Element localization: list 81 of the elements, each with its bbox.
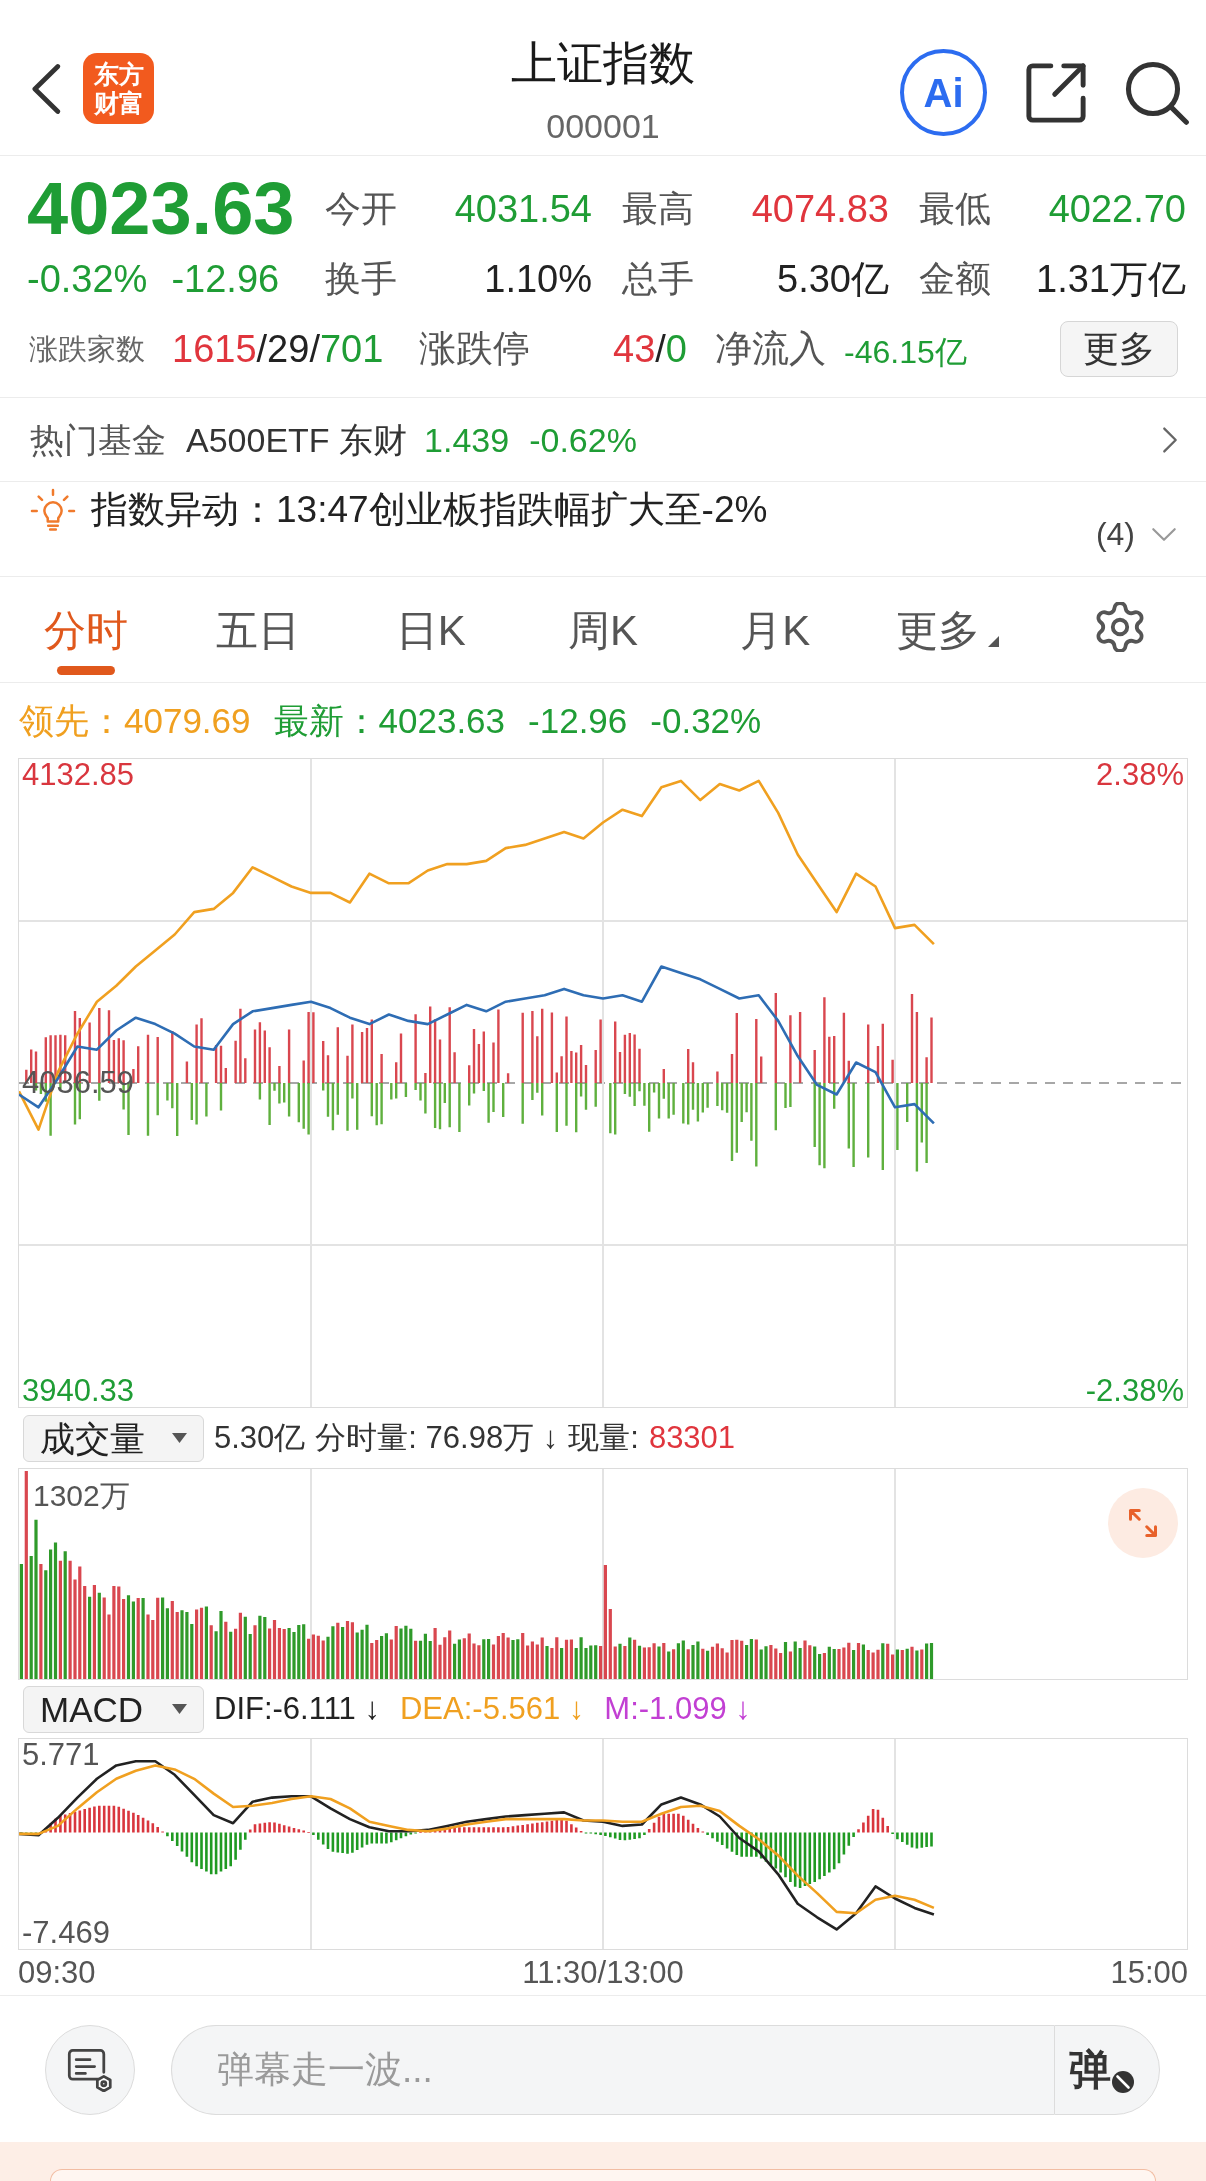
limit-label: 涨跌停 <box>419 327 530 371</box>
page-title: 上证指数 <box>511 36 695 90</box>
back-icon[interactable] <box>31 62 61 115</box>
percent-label: -2.38% <box>1085 1376 1184 1406</box>
settings-icon[interactable] <box>1094 601 1145 652</box>
danmaku-input[interactable]: 弹幕走一波... <box>171 2025 1054 2115</box>
index-price: 4023.63 <box>27 172 295 246</box>
count-text: 701 <box>319 327 384 371</box>
chart-tab[interactable]: 月K <box>689 577 862 682</box>
stat-label: 今开 <box>325 187 397 231</box>
count-text: / <box>655 327 666 371</box>
change-amount: -12.96 <box>171 257 280 301</box>
chart-tab[interactable]: 周K <box>516 577 690 682</box>
count-text: 1615 <box>172 327 257 371</box>
net-inflow-label: 净流入 <box>715 327 826 371</box>
stat-value: 5.30亿 <box>777 257 889 301</box>
volume-stat: 5.30亿 <box>214 1419 306 1457</box>
caret-icon <box>172 1433 187 1443</box>
stat-value: 1.31万亿 <box>1036 257 1186 301</box>
alert-text: 指数异动：13:47创业板指跌幅扩大至-2% <box>91 488 768 532</box>
indicator-dropdown[interactable]: MACD <box>23 1685 204 1733</box>
stat-label: 金额 <box>919 257 991 301</box>
ai-button[interactable]: Ai <box>900 49 987 136</box>
stat-label: 最高 <box>622 187 694 231</box>
count-text: / <box>309 327 320 371</box>
count-text: / <box>256 327 268 371</box>
axis-label: 5.771 <box>21 1740 101 1770</box>
stat-label: 最低 <box>919 187 991 231</box>
time-label: 15:00 <box>1110 1956 1188 1990</box>
app-logo: 东方 财富 <box>83 53 154 124</box>
diagonal-arrows-icon <box>1128 1508 1158 1538</box>
volume-stat: 83301 <box>648 1419 736 1457</box>
change-percent: -0.32% <box>27 257 148 301</box>
volume-stat: 现量: <box>568 1419 639 1457</box>
search-icon[interactable] <box>1125 60 1189 125</box>
volume-stat: 分时量: 76.98万 ↓ <box>315 1419 559 1457</box>
time-label: 09:30 <box>18 1956 96 1990</box>
stat-value: 4031.54 <box>454 187 592 231</box>
chart-tab[interactable]: 日K <box>344 577 517 682</box>
latest-price-value: 最新：4023.63 <box>273 699 506 742</box>
danmaku-button[interactable]: 弹 <box>1054 2025 1160 2115</box>
axis-label: -7.469 <box>21 1918 111 1948</box>
chart-tab[interactable]: 分时 <box>0 577 173 682</box>
net-inflow-value: -46.15亿 <box>844 333 967 372</box>
stat-value: 4022.70 <box>1048 187 1186 231</box>
lightbulb-icon <box>30 488 76 532</box>
count-text: 0 <box>665 327 687 371</box>
fund-label: 热门基金 <box>30 419 166 461</box>
indicator-dropdown[interactable]: 成交量 <box>23 1414 204 1462</box>
leading-index-value: 领先：4079.69 <box>19 699 251 742</box>
index-code: 000001 <box>546 106 660 146</box>
chevron-down-icon[interactable] <box>1151 526 1177 542</box>
fund-name: A500ETF 东财 <box>186 419 408 461</box>
chart-tab[interactable]: 更多 <box>861 577 1034 682</box>
stat-label: 换手 <box>325 257 397 301</box>
alert-count: (4) <box>1095 515 1135 554</box>
macd-value: DIF:-6.111 ↓ <box>214 1690 380 1728</box>
macd-value: DEA:-5.561 ↓ <box>399 1690 585 1728</box>
chevron-right-icon[interactable] <box>1162 425 1178 454</box>
more-button[interactable]: 更多 <box>1060 321 1178 377</box>
stat-label: 总手 <box>622 257 694 301</box>
percent-label: 2.38% <box>1096 760 1184 790</box>
stat-value: 4074.83 <box>751 187 889 231</box>
axis-label: 3940.33 <box>21 1376 136 1406</box>
fund-change: -0.62% <box>529 419 637 461</box>
axis-label: 4132.85 <box>21 760 136 790</box>
fund-price: 1.439 <box>424 419 510 461</box>
time-label: 11:30/13:00 <box>522 1956 684 1990</box>
caret-icon <box>172 1704 187 1714</box>
card-gear-icon <box>67 2048 113 2092</box>
count-text: 29 <box>267 327 310 371</box>
count-text: 43 <box>613 327 656 371</box>
share-icon[interactable] <box>1025 61 1087 124</box>
caret-icon <box>988 636 1000 647</box>
breadth-label: 涨跌家数 <box>29 332 145 367</box>
latest-change-percent: -0.32% <box>650 699 762 742</box>
chart-tab[interactable]: 五日 <box>172 577 345 682</box>
stat-value: 1.10% <box>484 257 592 301</box>
macd-value: M:-1.099 ↓ <box>604 1690 751 1728</box>
axis-label: 1302万 <box>33 1479 130 1513</box>
latest-change: -12.96 <box>528 699 628 742</box>
